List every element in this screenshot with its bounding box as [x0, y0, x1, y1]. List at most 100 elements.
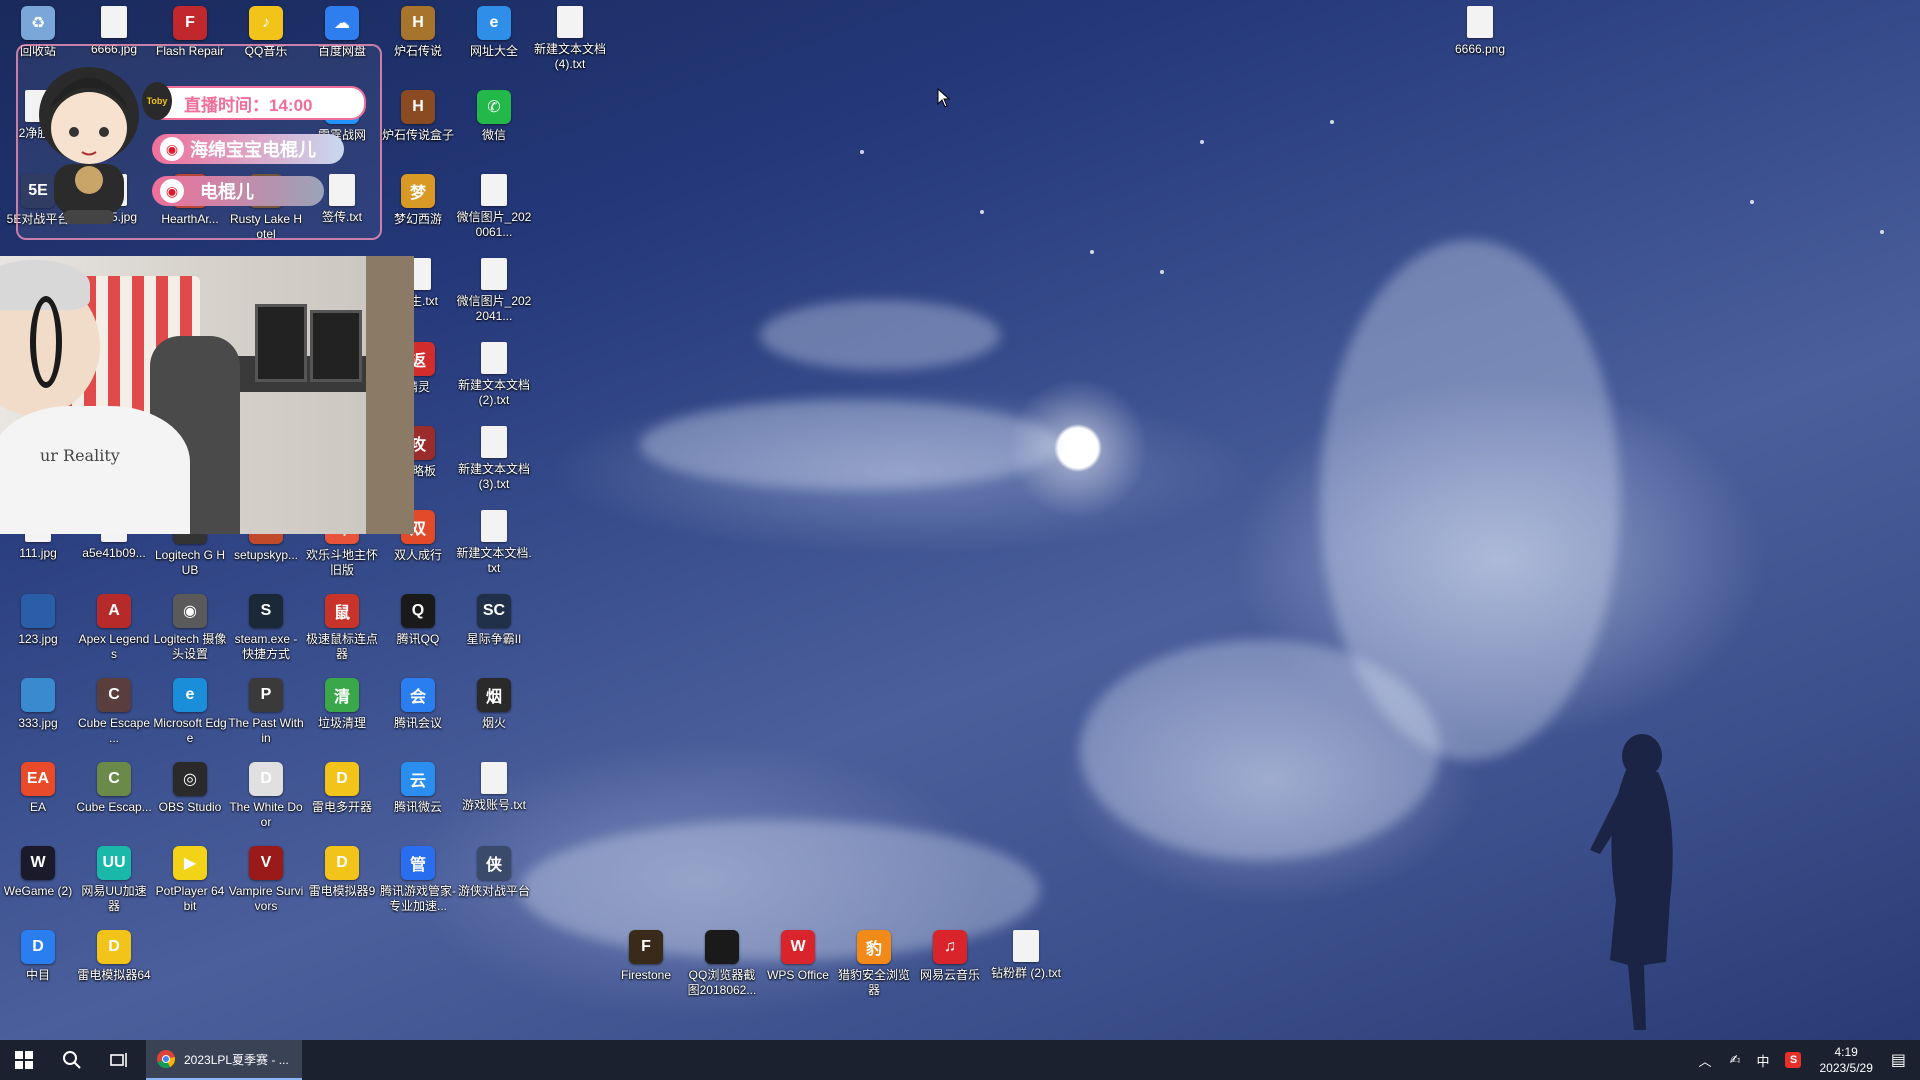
desktop-icon[interactable]: QQ浏览器截图2018062... — [684, 926, 760, 1010]
text-file-icon — [1013, 930, 1039, 962]
desktop-icon[interactable]: 新建文本文档 (3).txt — [456, 422, 532, 506]
desktop-icon-label: 游戏账号.txt — [461, 798, 526, 812]
image-file-icon — [705, 930, 739, 964]
wallpaper-cloud — [640, 400, 1060, 490]
text-file-icon — [481, 342, 507, 374]
wallpaper-cloud — [760, 300, 1000, 370]
zhongmu-icon: D — [21, 930, 55, 964]
cheetah-browser-icon: 豹 — [857, 930, 891, 964]
desktop-icon[interactable]: 新建文本文档.txt — [456, 506, 532, 590]
desktop-icon[interactable]: D 中目 — [0, 926, 76, 1010]
desktop-icon[interactable]: 6666.png — [1442, 2, 1518, 86]
desktop-icon[interactable]: ▶ PotPlayer 64 bit — [152, 842, 228, 926]
flash-repair-icon: F — [173, 6, 207, 40]
ea-icon: EA — [21, 762, 55, 796]
white-door-icon: D — [249, 762, 283, 796]
desktop-icon-label: 极速鼠标连点器 — [305, 632, 378, 661]
pen-workspace-icon[interactable]: ✍ — [1730, 1052, 1741, 1068]
wallpaper-star — [1750, 200, 1754, 204]
desktop-icon[interactable]: 123.jpg — [0, 590, 76, 674]
desktop-icon-label: 雷电模拟器64 — [77, 968, 151, 982]
desktop-icon[interactable]: H 炉石传说 — [380, 2, 456, 86]
taskbar-clock[interactable]: 4:19 2023/5/29 — [1819, 1044, 1872, 1076]
tencent-meeting-icon: 会 — [401, 678, 435, 712]
desktop-icon[interactable]: 新建文本文档 (4).txt — [532, 2, 608, 86]
desktop-icon[interactable]: 钻粉群 (2).txt — [988, 926, 1064, 1010]
text-file-icon — [481, 762, 507, 794]
desktop-icon[interactable]: 管腾讯游戏管家-专业加速... — [380, 842, 456, 926]
task-view-button[interactable] — [96, 1040, 144, 1080]
notification-center-icon[interactable]: ▤ — [1891, 1050, 1906, 1070]
desktop-icon[interactable]: 烟烟火 — [456, 674, 532, 758]
desktop-icon[interactable]: 鼠极速鼠标连点器 — [304, 590, 380, 674]
show-hidden-icons-chevron-icon[interactable]: ︿ — [1699, 1051, 1712, 1070]
desktop-icon-label: 腾讯游戏管家-专业加速... — [380, 884, 456, 913]
image-file-icon — [21, 678, 55, 712]
desktop-icon-label: WeGame (2) — [3, 884, 73, 898]
edge-icon: e — [173, 678, 207, 712]
sogou-ime-icon[interactable]: S — [1785, 1052, 1802, 1068]
desktop-icon[interactable]: 清垃圾清理 — [304, 674, 380, 758]
desktop-icon-label: 333.jpg — [18, 716, 58, 730]
desktop-icon[interactable]: ◉ Logitech 摄像头设置 — [152, 590, 228, 674]
desktop-icon[interactable]: D The White Door — [228, 758, 304, 842]
start-button[interactable] — [0, 1040, 48, 1080]
desktop-icon[interactable]: D 雷电模拟器9 — [304, 842, 380, 926]
desktop-icon[interactable]: 微信图片_2022041... — [456, 254, 532, 338]
desktop-icon[interactable]: 新建文本文档 (2).txt — [456, 338, 532, 422]
desktop-icon[interactable]: Q 腾讯QQ — [380, 590, 456, 674]
desktop-icon[interactable]: Ssteam.exe - 快捷方式 — [228, 590, 304, 674]
desktop-icon-label: 垃圾清理 — [317, 716, 366, 730]
firestone-icon: F — [629, 930, 663, 964]
desktop-icon-label: 111.jpg — [19, 546, 57, 560]
desktop-icon[interactable]: W WeGame (2) — [0, 842, 76, 926]
wallpaper-cloud — [1080, 640, 1440, 860]
desktop-icon-label: Logitech 摄像头设置 — [153, 632, 227, 661]
desktop-icon[interactable]: ◎ OBS Studio — [152, 758, 228, 842]
desktop-icon[interactable]: F Firestone — [608, 926, 684, 1010]
desktop-icon-label: The White Door — [229, 800, 303, 829]
search-button[interactable] — [48, 1040, 96, 1080]
cube-escape-icon: C — [97, 678, 131, 712]
ime-indicator[interactable]: 中 — [1756, 1051, 1769, 1070]
desktop-icon[interactable]: V Vampire Survivors — [228, 842, 304, 926]
desktop-icon[interactable]: e 网址大全 — [456, 2, 532, 86]
desktop-icon[interactable]: 豹猎豹安全浏览器 — [836, 926, 912, 1010]
desktop-icon-label: 微信 — [481, 128, 506, 142]
baidu-netdisk-icon: ☁ — [325, 6, 359, 40]
desktop-icon[interactable]: 微信图片_2020061... — [456, 170, 532, 254]
desktop-icon[interactable]: UU 网易UU加速器 — [76, 842, 152, 926]
desktop-icon[interactable]: C Cube Escape ... — [76, 674, 152, 758]
desktop-icon[interactable]: 会腾讯会议 — [380, 674, 456, 758]
desktop-icon[interactable]: ♫ 网易云音乐 — [912, 926, 988, 1010]
desktop-icon[interactable]: P The Past Within — [228, 674, 304, 758]
logitech-camera-icon: ◉ — [173, 594, 207, 628]
desktop-icon[interactable]: D 雷电模拟器64 — [76, 926, 152, 1010]
chrome-icon — [157, 1050, 176, 1069]
desktop-icon-label: steam.exe - 快捷方式 — [234, 632, 298, 661]
qq-music-icon: ♪ — [249, 6, 283, 40]
desktop-icon-label: Vampire Survivors — [228, 884, 304, 913]
wallpaper-star — [1160, 270, 1164, 274]
desktop-icon[interactable]: SC 星际争霸II — [456, 590, 532, 674]
desktop-icon[interactable]: W WPS Office — [760, 926, 836, 1010]
desktop-icon-label: EA — [29, 800, 46, 814]
desktop-icon[interactable]: 云腾讯微云 — [380, 758, 456, 842]
desktop-icon[interactable]: D 雷电多开器 — [304, 758, 380, 842]
desktop-icon[interactable]: e Microsoft Edge — [152, 674, 228, 758]
taskbar-chrome-window[interactable]: 2023LPL夏季赛 - ... — [146, 1040, 302, 1080]
desktop-icon[interactable]: A Apex Legends — [76, 590, 152, 674]
desktop-icon[interactable]: H 炉石传说盒子 — [380, 86, 456, 170]
desktop-icon[interactable]: C Cube Escap... — [76, 758, 152, 842]
youxia-platform-icon: 侠 — [477, 846, 511, 880]
desktop-icon[interactable]: 侠游侠对战平台 — [456, 842, 532, 926]
desktop-icon-label: 游侠对战平台 — [457, 884, 530, 898]
desktop-icon[interactable]: 梦梦幻西游 — [380, 170, 456, 254]
cube-escape-icon: C — [97, 762, 131, 796]
webcam-frame-left — [255, 304, 307, 382]
desktop-icon[interactable]: 333.jpg — [0, 674, 76, 758]
desktop-icon[interactable]: 游戏账号.txt — [456, 758, 532, 842]
desktop-icon[interactable]: EA EA — [0, 758, 76, 842]
desktop-icon[interactable]: ✆ 微信 — [456, 86, 532, 170]
image-file-icon — [21, 594, 55, 628]
